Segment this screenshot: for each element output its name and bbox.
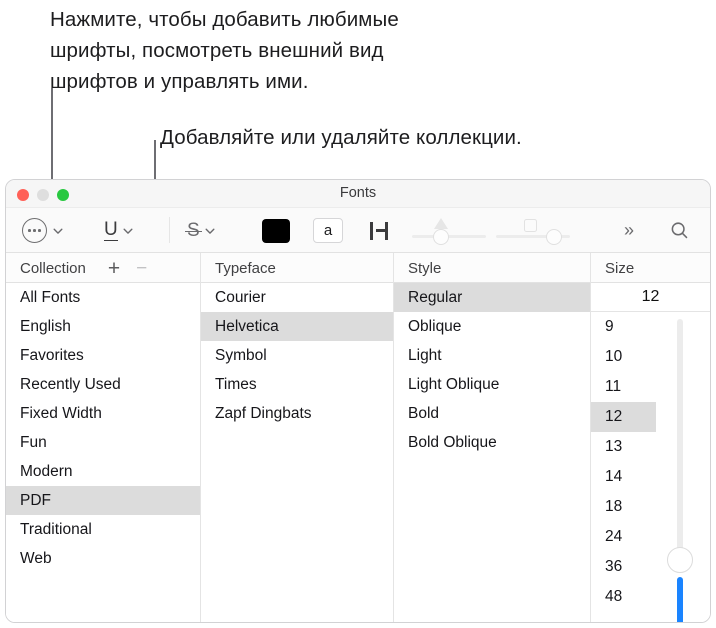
column-header-typeface: Typeface bbox=[200, 253, 393, 283]
search-icon bbox=[670, 221, 689, 240]
double-chevron-right-icon: » bbox=[624, 220, 634, 240]
style-list-item[interactable]: Light Oblique bbox=[394, 370, 590, 399]
window-titlebar: Fonts bbox=[6, 180, 710, 208]
collection-list-item[interactable]: Web bbox=[6, 544, 200, 573]
size-list-item[interactable]: 10 bbox=[591, 342, 656, 372]
collection-list-item[interactable]: English bbox=[6, 312, 200, 341]
size-slider-track bbox=[677, 319, 683, 561]
toolbar-divider bbox=[169, 217, 170, 243]
fonts-toolbar: U S a » bbox=[6, 208, 710, 253]
color-swatch-icon bbox=[262, 218, 290, 243]
typeface-list-item[interactable]: Times bbox=[201, 370, 393, 399]
style-list-item[interactable]: Oblique bbox=[394, 312, 590, 341]
strikethrough-icon: S bbox=[185, 220, 202, 241]
size-slider-fill bbox=[677, 577, 683, 622]
search-button[interactable] bbox=[670, 208, 689, 253]
style-list-item[interactable]: Regular bbox=[394, 283, 590, 312]
window-title: Fonts bbox=[339, 185, 377, 201]
size-list-item[interactable]: 18 bbox=[591, 492, 656, 522]
size-list-item[interactable]: 48 bbox=[591, 582, 656, 612]
typeface-list-item[interactable]: Helvetica bbox=[201, 312, 393, 341]
fonts-panel-body: All Fonts English Favorites Recently Used Fi… bbox=[6, 283, 710, 622]
collection-list-item[interactable]: Fixed Width bbox=[6, 399, 200, 428]
chevron-down-icon bbox=[122, 224, 135, 237]
column-header-style-label: Style bbox=[408, 259, 442, 277]
toolbar-overflow-button[interactable]: » bbox=[624, 208, 634, 253]
actions-menu-button[interactable] bbox=[22, 208, 64, 253]
size-list-item[interactable]: 11 bbox=[591, 372, 656, 402]
strikethrough-button[interactable]: S bbox=[185, 208, 217, 253]
collection-list-item[interactable]: Fun bbox=[6, 428, 200, 457]
text-color-button[interactable] bbox=[262, 208, 290, 253]
typeface-list-item[interactable]: Symbol bbox=[201, 341, 393, 370]
document-color-button[interactable] bbox=[370, 208, 390, 253]
collection-list-item[interactable]: All Fonts bbox=[6, 283, 200, 312]
style-list-item[interactable]: Light bbox=[394, 341, 590, 370]
collection-list-item[interactable]: Traditional bbox=[6, 515, 200, 544]
underline-button[interactable]: U bbox=[104, 208, 135, 253]
text-background-color-button[interactable]: a bbox=[313, 208, 343, 253]
size-list-item[interactable]: 14 bbox=[591, 462, 656, 492]
shadow-opacity-slider[interactable] bbox=[412, 208, 486, 253]
callout-text-collections: Добавляйте или удаляйте коллекции. bbox=[160, 126, 522, 149]
underline-icon: U bbox=[104, 219, 118, 241]
fonts-window: Fonts U S a » Collection + − Typeface St… bbox=[5, 179, 711, 623]
letter-a-icon: a bbox=[313, 218, 343, 243]
size-slider[interactable] bbox=[667, 319, 693, 622]
typeface-list-item[interactable]: Zapf Dingbats bbox=[201, 399, 393, 428]
size-list-item[interactable]: 13 bbox=[591, 432, 656, 462]
ellipsis-icon bbox=[22, 218, 47, 243]
style-list[interactable]: Regular Oblique Light Light Oblique Bold Bold… bbox=[393, 283, 590, 622]
size-list-item[interactable]: 9 bbox=[591, 312, 656, 342]
size-pane[interactable]: 12 9 10 11 12 13 14 18 24 36 48 bbox=[590, 283, 710, 622]
shadow-offset-slider[interactable] bbox=[496, 208, 570, 253]
size-list-item[interactable]: 12 bbox=[591, 402, 656, 432]
collection-list-item[interactable]: Favorites bbox=[6, 341, 200, 370]
column-header-collection-label: Collection bbox=[20, 259, 86, 277]
collection-list-item[interactable]: Recently Used bbox=[6, 370, 200, 399]
size-input[interactable]: 12 bbox=[591, 283, 710, 312]
collection-list-item[interactable]: PDF bbox=[6, 486, 200, 515]
column-headers: Collection + − Typeface Style Size bbox=[6, 253, 710, 283]
slider-with-square-icon bbox=[496, 216, 570, 246]
column-header-style: Style bbox=[393, 253, 590, 283]
remove-collection-button[interactable]: − bbox=[136, 259, 147, 278]
style-list-item[interactable]: Bold Oblique bbox=[394, 428, 590, 457]
add-collection-button[interactable]: + bbox=[108, 258, 120, 279]
text-spacing-icon bbox=[370, 221, 390, 240]
chevron-down-icon bbox=[51, 224, 64, 237]
typeface-list[interactable]: Courier Helvetica Symbol Times Zapf Dingbats bbox=[200, 283, 393, 622]
callout-text-favorites: Нажмите, чтобы добавить любимые шрифты, … bbox=[50, 8, 399, 93]
collection-list-item[interactable]: Modern bbox=[6, 457, 200, 486]
collection-list[interactable]: All Fonts English Favorites Recently Used Fi… bbox=[6, 283, 200, 622]
size-slider-knob[interactable] bbox=[667, 547, 693, 573]
typeface-list-item[interactable]: Courier bbox=[201, 283, 393, 312]
column-header-typeface-label: Typeface bbox=[215, 259, 276, 277]
column-header-collection: Collection + − bbox=[6, 253, 200, 283]
chevron-down-icon bbox=[204, 224, 217, 237]
style-list-item[interactable]: Bold bbox=[394, 399, 590, 428]
column-header-size: Size bbox=[590, 253, 710, 283]
size-list-item[interactable]: 36 bbox=[591, 552, 656, 582]
slider-with-triangle-icon bbox=[412, 216, 486, 246]
collection-add-remove-group: + − bbox=[108, 258, 147, 279]
column-header-size-label: Size bbox=[605, 259, 635, 277]
size-list-item[interactable]: 24 bbox=[591, 522, 656, 552]
screenshot-root: Нажмите, чтобы добавить любимые шрифты, … bbox=[0, 0, 716, 628]
